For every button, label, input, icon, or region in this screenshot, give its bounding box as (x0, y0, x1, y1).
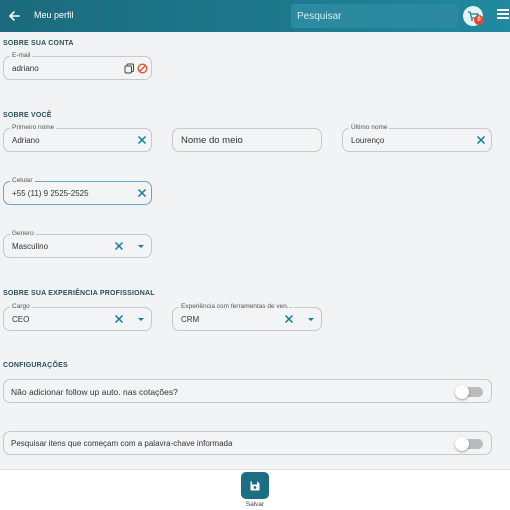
phone-value: +55 (11) 9 2525-2525 (12, 189, 89, 198)
app-header: Meu perfil 0 (0, 0, 510, 32)
auto-followup-setting: Não adicionar follow up auto. nas cotaçõ… (3, 379, 492, 403)
cart-button[interactable]: 0 (463, 6, 484, 26)
section-title-config: CONFIGURAÇÕES (3, 362, 68, 369)
arrow-left-icon (8, 11, 20, 21)
gender-label: Genero (10, 230, 36, 238)
clear-icon[interactable] (112, 312, 126, 326)
menu-icon (497, 9, 509, 11)
auto-followup-toggle[interactable] (455, 385, 483, 399)
phone-label: Celular (10, 177, 35, 185)
sales-tools-select[interactable]: Experiência com ferramentas de ven... CR… (172, 303, 322, 331)
clear-icon[interactable] (135, 133, 149, 147)
prefix-search-toggle[interactable] (455, 437, 483, 451)
role-value: CEO (12, 315, 30, 324)
page-title: Meu perfil (34, 10, 74, 20)
section-title-account: SOBRE SUA CONTA (3, 40, 74, 47)
search-input[interactable] (297, 10, 452, 22)
email-field[interactable]: E-mail adriano (3, 52, 152, 80)
floppy-disk-icon (250, 481, 260, 490)
search-box[interactable] (291, 4, 458, 28)
last-name-label: Último nome (349, 124, 390, 132)
first-name-field[interactable]: Primeiro nome Adriano (3, 124, 152, 152)
first-name-label: Primeiro nome (10, 124, 57, 132)
gender-value: Masculino (12, 242, 49, 251)
save-label: Salvar (245, 501, 265, 508)
last-name-field[interactable]: Último nome Lourenço (342, 124, 492, 152)
role-label: Cargo (10, 303, 32, 311)
middle-name-placeholder: Nome do meio (181, 135, 243, 146)
prefix-search-setting: Pesquisar itens que começam com a palavr… (3, 431, 492, 455)
section-title-about: SOBRE VOCÊ (3, 112, 52, 119)
sales-tools-value: CRM (181, 315, 200, 324)
clear-icon[interactable] (135, 186, 149, 200)
chevron-down-icon[interactable] (138, 318, 144, 321)
section-title-professional: SOBRE SUA EXPERIÊNCIA PROFISSIONAL (3, 290, 155, 297)
save-button[interactable] (241, 472, 269, 499)
copy-icon[interactable] (124, 63, 135, 74)
menu-button[interactable] (497, 9, 509, 23)
cart-count-badge: 0 (474, 15, 484, 25)
role-select[interactable]: Cargo CEO (3, 303, 152, 331)
auto-followup-label: Não adicionar follow up auto. nas cotaçõ… (11, 387, 178, 397)
phone-field[interactable]: Celular +55 (11) 9 2525-2525 (3, 177, 152, 205)
clear-icon[interactable] (282, 312, 296, 326)
sales-tools-label: Experiência com ferramentas de ven... (179, 303, 295, 311)
email-label: E-mail (10, 52, 33, 60)
footer-bar: Salvar (0, 469, 510, 510)
prefix-search-label: Pesquisar itens que começam com a palavr… (11, 439, 233, 448)
clear-icon[interactable] (474, 133, 488, 147)
blocked-icon[interactable] (137, 63, 148, 74)
gender-select[interactable]: Genero Masculino (3, 230, 152, 258)
chevron-down-icon[interactable] (308, 318, 314, 321)
last-name-value: Lourenço (351, 136, 385, 145)
clear-icon[interactable] (112, 239, 126, 253)
middle-name-field[interactable]: Nome do meio (172, 128, 322, 152)
chevron-down-icon[interactable] (138, 245, 144, 248)
back-button[interactable] (4, 6, 24, 26)
email-value: adriano (12, 64, 39, 73)
first-name-value: Adriano (12, 136, 40, 145)
